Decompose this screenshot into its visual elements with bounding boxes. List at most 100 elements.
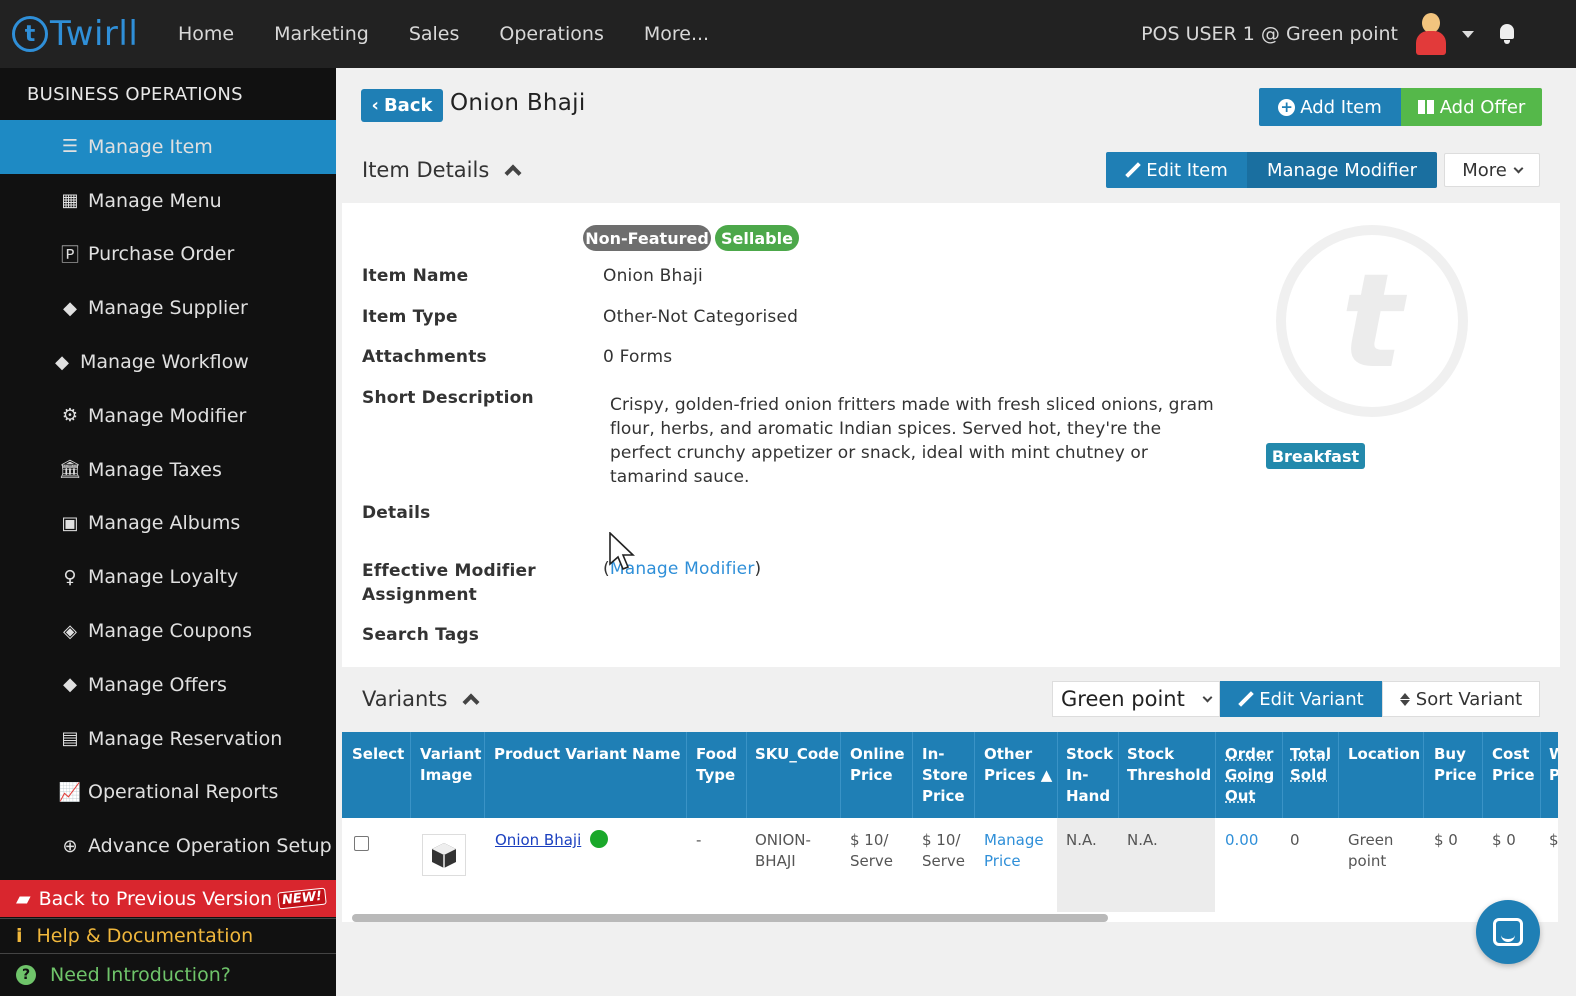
nav-operations[interactable]: Operations [499, 23, 603, 45]
manage-modifier-button[interactable]: Manage Modifier [1247, 152, 1437, 188]
table-horizontal-scrollbar[interactable] [352, 914, 1108, 922]
need-introduction-link[interactable]: ? Need Introduction? [0, 954, 336, 996]
nav-more[interactable]: More... [644, 23, 709, 45]
sidebar-item-manage-offers[interactable]: ◆ Manage Offers [0, 658, 336, 712]
row-select-checkbox[interactable] [354, 836, 369, 851]
cost-price-cell: $ 0 [1492, 831, 1516, 849]
top-navbar: t Twirll Home Marketing Sales Operations… [0, 0, 1576, 68]
app-logo[interactable]: t Twirll [12, 14, 162, 54]
variant-image-thumb[interactable] [422, 834, 466, 876]
sidebar-item-manage-loyalty[interactable]: ♀ Manage Loyalty [0, 550, 336, 604]
item-name-value: Onion Bhaji [603, 266, 703, 286]
instore-price-cell: $ 10/ Serve [922, 831, 966, 870]
sidebar-item-manage-coupons[interactable]: ◈ Manage Coupons [0, 604, 336, 658]
sort-icon [1399, 692, 1410, 706]
chevron-up-icon[interactable] [462, 693, 480, 711]
col-other-prices[interactable]: Other Prices ▲ [984, 744, 1054, 786]
chevron-down-icon [1202, 692, 1213, 702]
edit-item-button[interactable]: Edit Item [1106, 152, 1247, 188]
chevron-down-icon [1513, 163, 1524, 173]
variant-name-link[interactable]: Onion Bhaji [495, 831, 581, 849]
sidebar-item-label: Manage Taxes [88, 458, 222, 481]
sidebar: BUSINESS OPERATIONS ☰ Manage Item ▦ Mana… [0, 68, 336, 996]
info-icon: i [16, 925, 23, 947]
sidebar-item-operational-reports[interactable]: 📈 Operational Reports [0, 766, 336, 820]
line-chart-icon: 📈 [58, 781, 82, 803]
nav-home[interactable]: Home [178, 23, 234, 45]
ticket-icon: ◈ [63, 620, 77, 642]
short-description-label: Short Description [362, 388, 534, 408]
sidebar-item-manage-reservation[interactable]: ▤ Manage Reservation [0, 712, 336, 766]
main-nav: Home Marketing Sales Operations More... [178, 23, 749, 45]
variant-name-cell: Onion Bhaji [495, 830, 609, 851]
col-w-price: W P [1549, 745, 1558, 784]
pencil-icon [1125, 163, 1140, 178]
sidebar-item-manage-workflow[interactable]: ◆ Manage Workflow [0, 335, 336, 389]
item-type-label: Item Type [362, 307, 458, 327]
attachments-value[interactable]: 0 Forms [603, 347, 672, 367]
sidebar-item-manage-supplier[interactable]: ◆ Manage Supplier [0, 281, 336, 335]
avatar[interactable] [1414, 13, 1448, 55]
sidebar-item-manage-item[interactable]: ☰ Manage Item [0, 120, 336, 174]
tags-icon: ◆ [55, 351, 69, 373]
sidebar-item-manage-albums[interactable]: ▣ Manage Albums [0, 497, 336, 551]
image-icon: ▣ [61, 512, 79, 534]
nav-sales[interactable]: Sales [409, 23, 460, 45]
gift-icon [1417, 100, 1434, 114]
order-going-out-cell[interactable]: 0.00 [1225, 830, 1258, 851]
sellable-badge: Sellable [715, 225, 799, 251]
sku-cell: ONION-BHAJI [755, 831, 811, 870]
item-details-panel: Non-Featured Sellable Item Name Onion Bh… [342, 203, 1560, 667]
chat-icon [1493, 918, 1523, 946]
item-placeholder-image: t [1276, 225, 1468, 417]
stock-in-hand-cell: N.A. [1066, 831, 1097, 849]
table-header: Select Variant Image Product Variant Nam… [342, 732, 1558, 818]
sidebar-item-manage-taxes[interactable]: 🏛 Manage Taxes [0, 443, 336, 497]
col-location: Location [1348, 745, 1421, 763]
col-sku-code: SKU_Code [755, 745, 840, 763]
logo-text: Twirll [50, 14, 139, 54]
back-button[interactable]: ‹ Back [361, 89, 443, 122]
variants-title[interactable]: Variants [362, 687, 480, 711]
buy-price-cell: $ 0 [1434, 831, 1458, 849]
edit-variant-button[interactable]: Edit Variant [1220, 681, 1382, 717]
total-sold-cell: 0 [1290, 831, 1300, 849]
manage-modifier-label: Manage Modifier [1266, 159, 1417, 181]
manage-price-link[interactable]: Manage Price [984, 830, 1050, 872]
ribbon-icon: ♀ [63, 566, 77, 588]
document-p-icon: 🄿 [61, 245, 79, 267]
sidebar-item-label: Manage Supplier [88, 297, 248, 320]
search-tags-label: Search Tags [362, 625, 480, 645]
add-offer-button[interactable]: Add Offer [1401, 88, 1542, 126]
sidebar-item-purchase-order[interactable]: 🄿 Purchase Order [0, 228, 336, 282]
location-select-value: Green point [1061, 687, 1185, 711]
item-name-label: Item Name [362, 266, 469, 286]
intro-label: Need Introduction? [50, 964, 231, 986]
user-location-text: POS USER 1 @ Green point [1141, 23, 1398, 45]
chevron-down-icon[interactable] [1462, 30, 1474, 38]
variant-location-select[interactable]: Green point [1052, 681, 1220, 717]
sidebar-item-manage-menu[interactable]: ▦ Manage Menu [0, 174, 336, 228]
help-label: Help & Documentation [36, 925, 254, 947]
sidebar-item-manage-modifier[interactable]: ⚙ Manage Modifier [0, 389, 336, 443]
sort-variant-button[interactable]: Sort Variant [1382, 681, 1540, 717]
add-item-button[interactable]: + Add Item [1259, 88, 1401, 126]
edit-variant-label: Edit Variant [1259, 688, 1364, 710]
col-select: Select [352, 745, 405, 763]
sidebar-item-label: Manage Workflow [80, 351, 249, 374]
help-documentation-link[interactable]: i Help & Documentation [0, 918, 336, 954]
nav-marketing[interactable]: Marketing [274, 23, 369, 45]
back-to-previous-version-button[interactable]: ▰ Back to Previous Version NEW! [0, 880, 336, 917]
sidebar-header: BUSINESS OPERATIONS [27, 83, 243, 105]
sidebar-item-advance-operation-setup[interactable]: ⊕ Advance Operation Setup [0, 819, 336, 873]
chat-widget-button[interactable] [1476, 900, 1540, 964]
add-offer-label: Add Offer [1439, 96, 1526, 118]
item-details-title[interactable]: Item Details [362, 158, 522, 182]
tags-icon: ◆ [63, 674, 77, 696]
stock-threshold-cell: N.A. [1127, 831, 1158, 849]
more-dropdown[interactable]: More [1444, 153, 1540, 187]
bank-icon: 🏛 [58, 459, 82, 481]
bell-icon[interactable] [1498, 24, 1516, 44]
chevron-up-icon[interactable] [504, 164, 522, 182]
box-icon [432, 843, 456, 868]
